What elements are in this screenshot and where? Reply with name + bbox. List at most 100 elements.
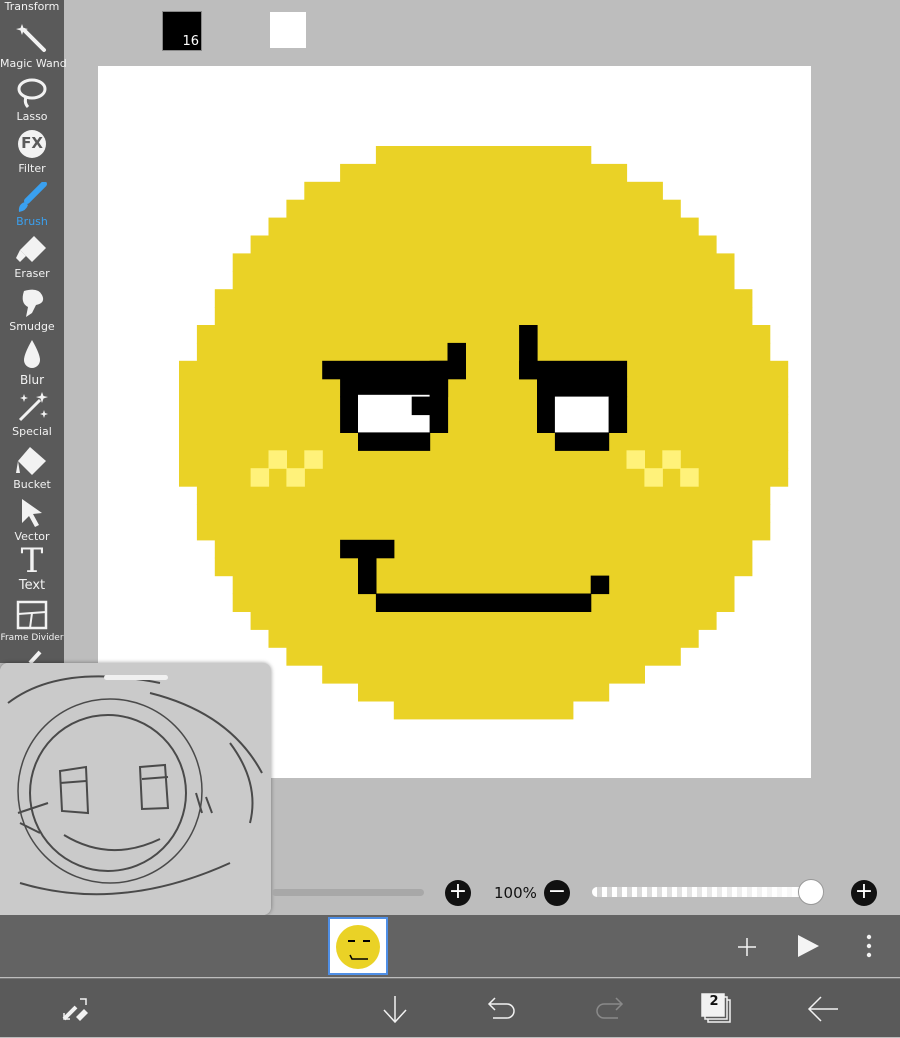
face-pixel-row <box>286 647 681 666</box>
smiley-face <box>179 146 789 720</box>
download-arrow-icon[interactable] <box>381 994 409 1024</box>
brush-size-value: 16 <box>182 34 199 49</box>
face-pixel-row <box>340 163 628 183</box>
paint-app: Transform Magic Wand Lasso FX Filter Bru… <box>0 0 900 1037</box>
redo-icon[interactable] <box>594 996 624 1022</box>
tool-bucket[interactable]: Bucket <box>0 443 64 495</box>
cursor-arrow-icon <box>22 499 42 527</box>
tool-transform[interactable]: Transform <box>0 0 64 14</box>
eye-outline-pixel <box>537 378 628 398</box>
face-pixel-row <box>304 181 663 201</box>
tool-frame-divider[interactable]: Frame Divider <box>0 598 64 650</box>
special-sparkle-icon <box>18 392 48 422</box>
bottom-toolbar <box>0 978 900 1037</box>
tool-label: Blur <box>19 373 45 387</box>
face-pixel-row <box>214 539 753 559</box>
face-pixel-row <box>214 557 753 577</box>
face-pixel-row <box>268 629 699 648</box>
face-pixel-row <box>358 683 610 702</box>
tool-lasso[interactable]: Lasso <box>0 75 64 127</box>
tool-blur[interactable]: Blur <box>0 338 64 390</box>
face-pixel-row <box>393 700 574 720</box>
water-drop-icon <box>24 340 40 368</box>
layer-count-badge: 2 <box>709 994 719 1009</box>
opacity-slider-track[interactable] <box>592 887 824 897</box>
tool-magic-wand[interactable]: Magic Wand <box>0 22 67 74</box>
tool-smudge[interactable]: Smudge <box>0 285 64 337</box>
filter-icon-text: FX <box>21 134 43 152</box>
reference-panel-drag-handle[interactable] <box>104 675 168 680</box>
tool-brush[interactable]: Brush <box>0 180 64 232</box>
eye-outline-pixel <box>608 396 628 433</box>
undo-icon[interactable] <box>487 996 517 1022</box>
brush-size-slider-track[interactable] <box>272 889 424 896</box>
eyebrow-pixel <box>322 360 449 380</box>
face-pixel-row <box>322 665 645 684</box>
eyedropper-icon[interactable] <box>26 650 46 663</box>
blush-pixel <box>304 450 323 469</box>
increase-size-button[interactable]: + <box>445 880 471 906</box>
increase-opacity-button[interactable]: + <box>851 880 877 906</box>
tool-special[interactable]: Special <box>0 390 64 442</box>
tool-label: Magic Wand <box>0 57 67 70</box>
face-pixel-row <box>232 575 735 595</box>
opacity-value: 100% <box>494 884 537 902</box>
eye-outline-pixel <box>411 396 431 416</box>
tool-text[interactable]: T Text <box>0 541 64 598</box>
brush-icon <box>18 182 47 212</box>
face-pixel-row <box>232 253 735 272</box>
face-pixel-row <box>179 396 789 416</box>
face-pixel-row <box>196 521 771 541</box>
tool-label: Transform <box>4 0 60 13</box>
animation-frame-strip <box>0 915 900 977</box>
tool-filter[interactable]: FX Filter <box>0 127 64 179</box>
eye-outline-pixel <box>429 378 449 433</box>
mouth-pixel <box>590 575 610 595</box>
face-pixel-row <box>196 325 771 344</box>
secondary-color-swatch[interactable] <box>270 12 306 48</box>
face-pixel-row <box>196 486 771 505</box>
text-t-icon: T <box>20 541 44 581</box>
mouth-pixel <box>340 539 395 559</box>
add-frame-icon[interactable] <box>737 937 757 957</box>
face-pixel-row <box>268 217 699 237</box>
smudge-finger-icon <box>22 289 44 317</box>
face-pixel-row <box>214 289 753 308</box>
back-arrow-icon[interactable] <box>807 996 839 1022</box>
play-icon[interactable] <box>796 934 820 958</box>
decrease-opacity-button[interactable]: − <box>544 880 570 906</box>
opacity-slider-knob[interactable] <box>798 879 824 905</box>
tool-label: Brush <box>16 215 48 228</box>
eraser-icon <box>16 236 46 262</box>
frame-divider-icon <box>16 600 48 630</box>
frame-thumbnail-image <box>336 925 380 969</box>
more-options-icon[interactable] <box>864 933 874 959</box>
blush-pixel <box>662 450 681 469</box>
mouth-pixel <box>358 557 377 595</box>
brush-eraser-swap-icon[interactable] <box>58 979 94 1038</box>
frame-thumbnail[interactable] <box>328 917 388 975</box>
tool-label: Text <box>18 578 46 593</box>
blush-pixel <box>626 450 645 469</box>
layer-controls-row: + 100% − + <box>0 872 900 914</box>
eyebrow-pixel <box>447 342 466 380</box>
face-pixel-row <box>375 146 592 165</box>
tool-label: Special <box>12 425 52 438</box>
mouth-pixel <box>375 593 592 612</box>
tool-label: Filter <box>18 162 46 175</box>
eye-outline-pixel <box>358 432 431 451</box>
paint-bucket-icon <box>16 447 46 475</box>
blush-pixel <box>250 468 270 487</box>
primary-color-swatch[interactable]: 16 <box>162 11 202 51</box>
tool-label: Eraser <box>14 267 50 280</box>
face-pixel-row <box>179 378 789 398</box>
face-pixel-row <box>179 360 789 380</box>
magic-wand-icon <box>16 24 46 52</box>
lasso-icon <box>17 78 47 109</box>
tool-vector[interactable]: Vector <box>0 495 64 547</box>
tool-eraser[interactable]: Eraser <box>0 232 64 284</box>
blush-pixel <box>268 450 287 469</box>
eye-outline-pixel <box>554 432 610 451</box>
tool-label: Lasso <box>16 110 48 123</box>
blush-pixel <box>286 468 305 487</box>
